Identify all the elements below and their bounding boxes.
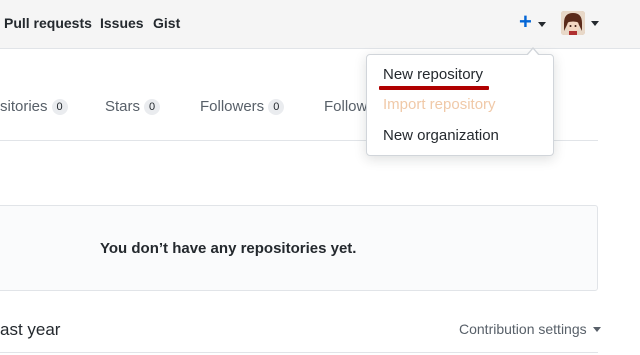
avatar	[561, 11, 585, 35]
tab-counter: 0	[51, 99, 68, 115]
empty-repositories-message: You don’t have any repositories yet.	[100, 240, 357, 257]
tab-label: sitories	[0, 98, 48, 115]
tab-label: Followers	[200, 98, 265, 115]
divider	[0, 352, 598, 353]
tab-following[interactable]: Follow	[324, 98, 367, 115]
tab-repositories[interactable]: sitories 0	[0, 98, 68, 115]
plus-icon: +	[519, 9, 532, 34]
avatar-image	[561, 11, 585, 35]
tab-label: Stars	[105, 98, 141, 115]
nav-issues[interactable]: Issues	[100, 15, 144, 31]
tab-counter: 0	[144, 99, 161, 115]
create-new-button[interactable]: +	[519, 9, 549, 36]
top-header: Pull requests Issues Gist +	[0, 0, 640, 49]
caret-down-icon	[538, 22, 546, 27]
contributions-heading: ast year	[0, 320, 61, 339]
menu-item-new-organization[interactable]: New organization	[383, 127, 499, 144]
repositories-blankslate: You don’t have any repositories yet.	[0, 205, 598, 291]
contribution-settings-button[interactable]: Contribution settings	[459, 321, 601, 337]
create-new-dropdown: New repository Import repository New org…	[366, 47, 554, 156]
tab-stars[interactable]: Stars 0	[105, 98, 161, 115]
nav-pull-requests[interactable]: Pull requests	[4, 15, 92, 31]
menu-item-import-repository[interactable]: Import repository	[383, 96, 496, 113]
tab-label: Follow	[324, 98, 368, 115]
tab-counter: 0	[268, 99, 285, 115]
caret-down-icon	[592, 327, 601, 332]
contribution-settings-label: Contribution settings	[459, 321, 587, 337]
highlight-underline	[379, 86, 489, 90]
menu-item-new-repository[interactable]: New repository	[383, 66, 483, 83]
caret-down-icon	[591, 21, 599, 26]
user-menu-button[interactable]	[561, 11, 601, 37]
tab-followers[interactable]: Followers 0	[200, 98, 285, 115]
nav-gist[interactable]: Gist	[153, 15, 180, 31]
